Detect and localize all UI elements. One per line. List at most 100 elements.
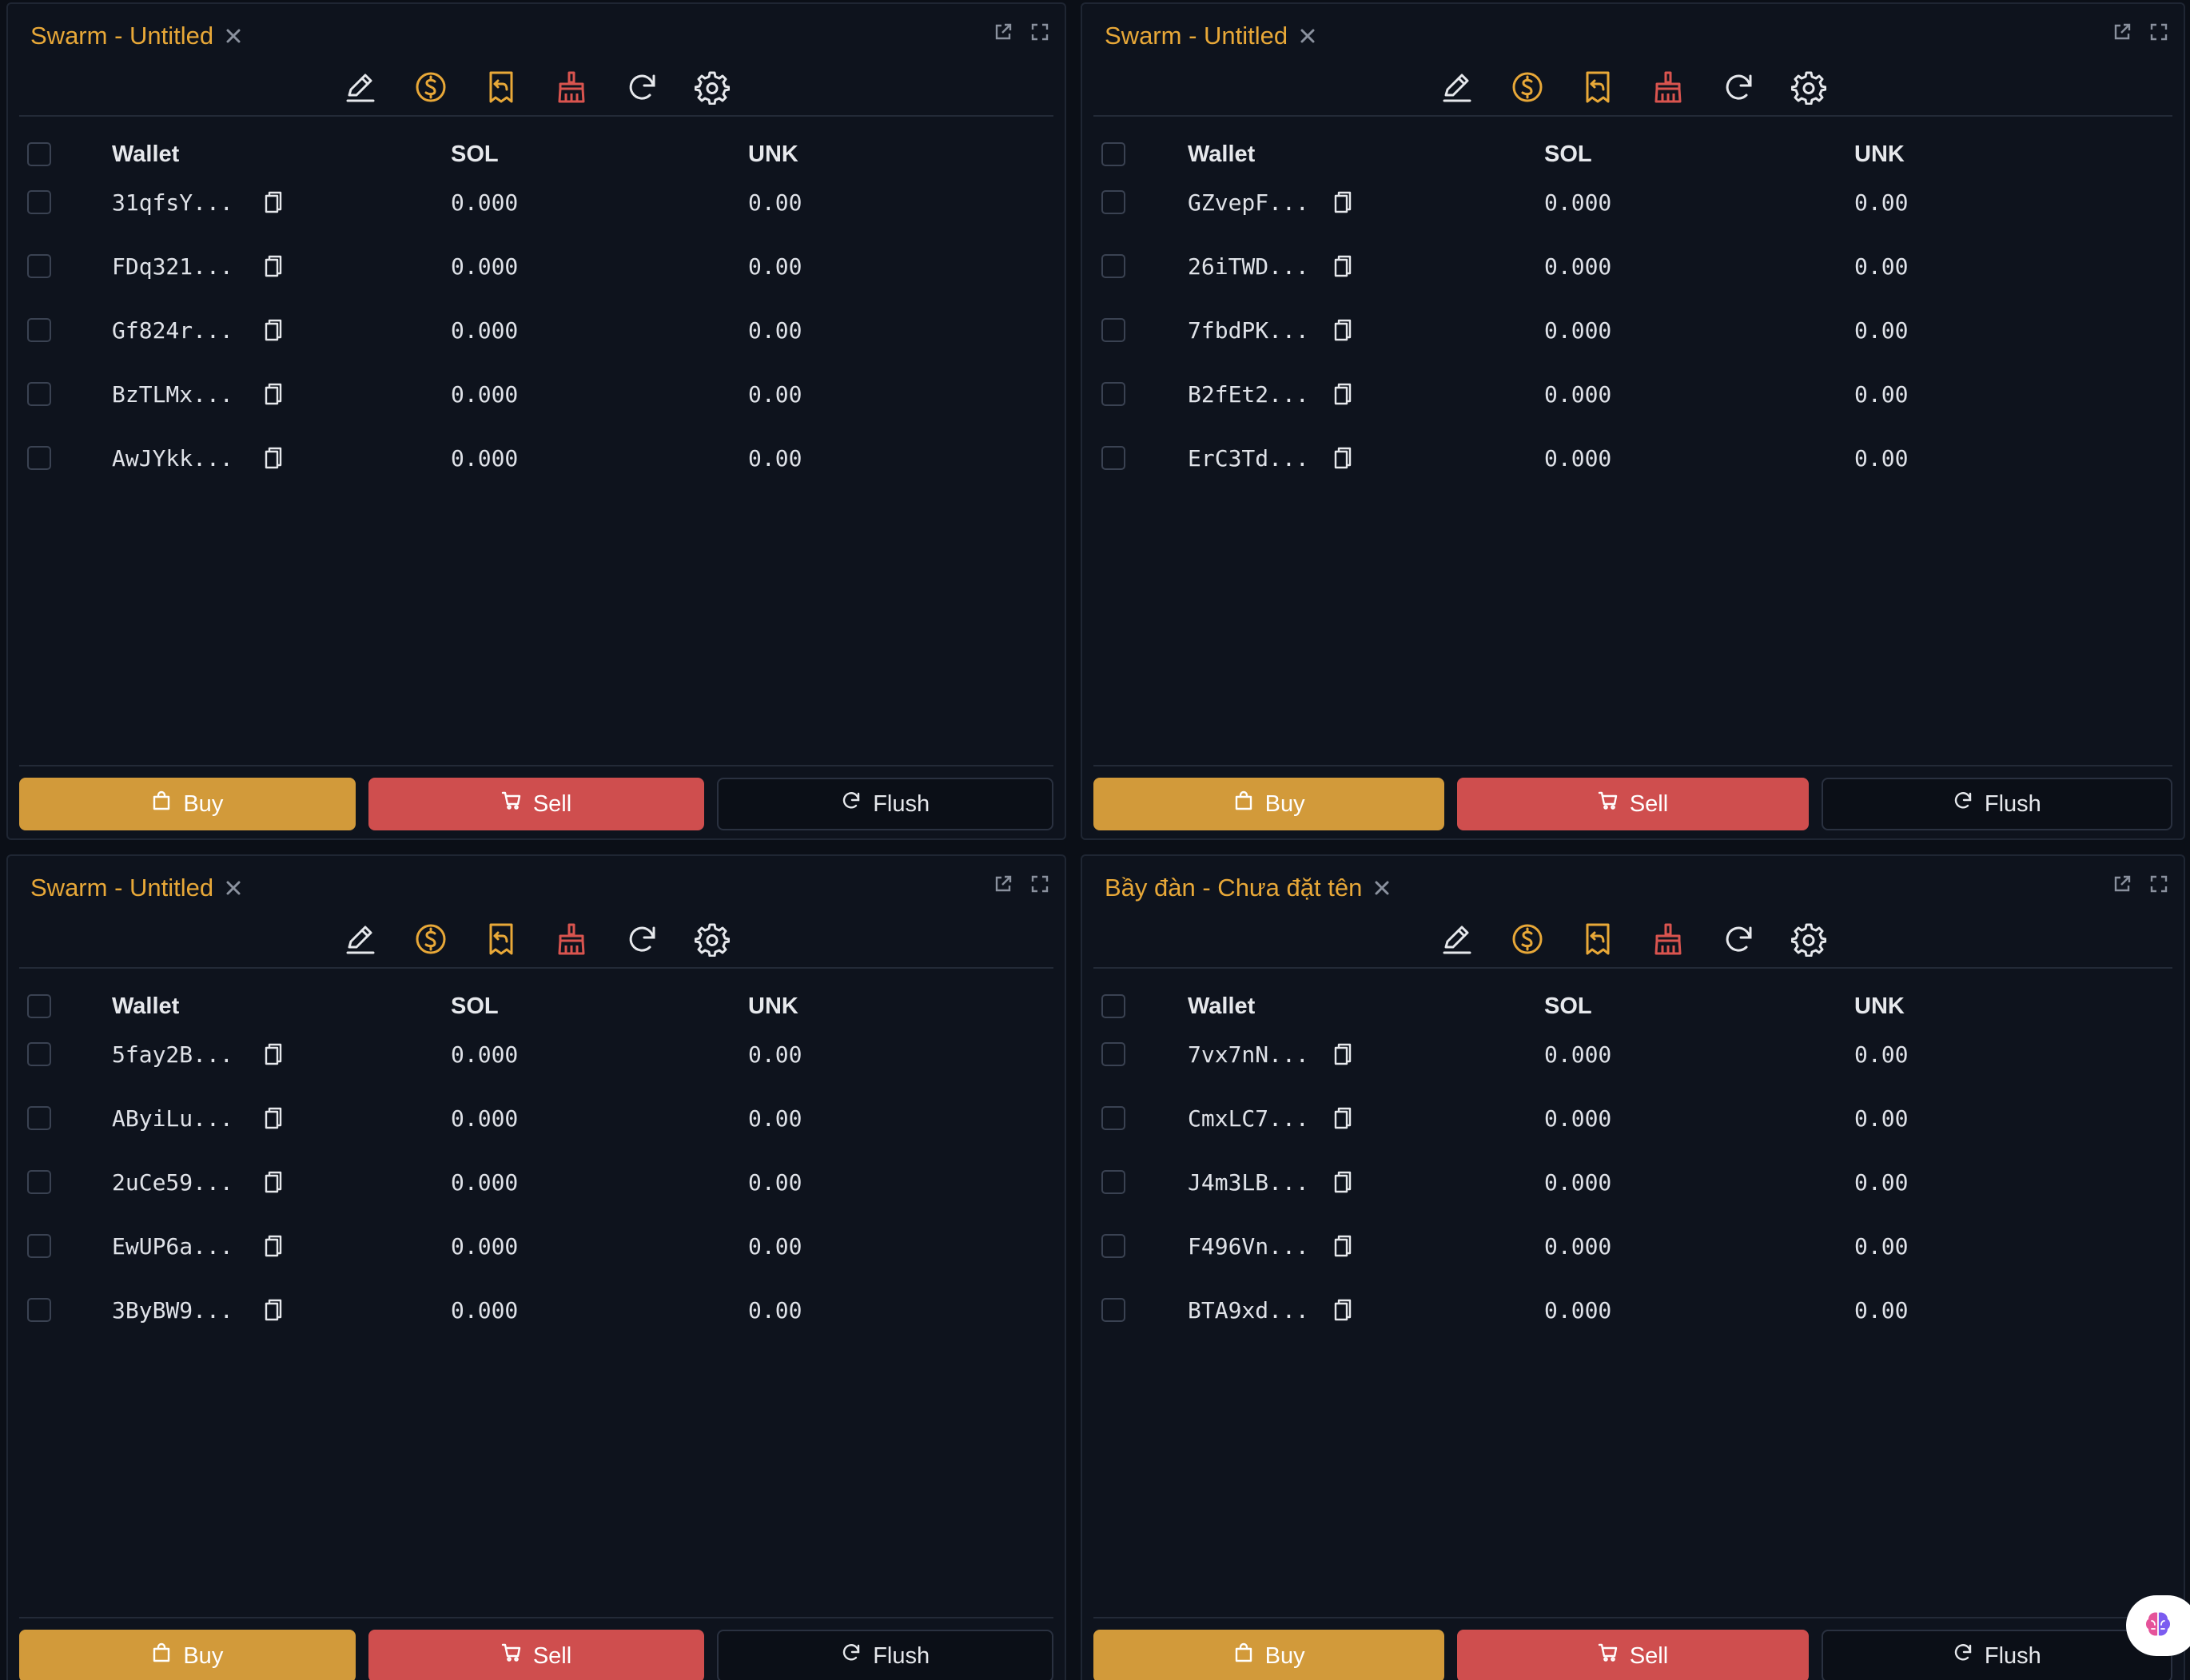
copy-icon[interactable] bbox=[1330, 253, 1356, 279]
refresh-icon[interactable] bbox=[1719, 68, 1758, 106]
copy-icon[interactable] bbox=[1330, 1041, 1356, 1067]
buy-button[interactable]: Buy bbox=[19, 778, 356, 830]
row-checkbox[interactable] bbox=[27, 318, 51, 342]
row-checkbox[interactable] bbox=[27, 382, 51, 406]
copy-icon[interactable] bbox=[1330, 317, 1356, 343]
row-checkbox[interactable] bbox=[1101, 190, 1125, 214]
fullscreen-icon[interactable] bbox=[1029, 22, 1050, 42]
popout-icon[interactable] bbox=[2112, 874, 2132, 894]
close-icon[interactable] bbox=[225, 27, 242, 45]
panel-title: Swarm - Untitled bbox=[30, 874, 214, 902]
edit-icon[interactable] bbox=[341, 68, 380, 106]
row-checkbox[interactable] bbox=[27, 190, 51, 214]
copy-icon[interactable] bbox=[1330, 1297, 1356, 1323]
refresh-icon[interactable] bbox=[623, 68, 661, 106]
fullscreen-icon[interactable] bbox=[1029, 874, 1050, 894]
row-checkbox[interactable] bbox=[27, 254, 51, 278]
broom-icon[interactable] bbox=[1649, 68, 1687, 106]
close-icon[interactable] bbox=[1299, 27, 1316, 45]
wallet-row: EwUP6a... 0.000 0.00 bbox=[8, 1230, 1065, 1262]
receipt-return-icon[interactable] bbox=[482, 920, 520, 958]
fullscreen-icon[interactable] bbox=[2148, 22, 2169, 42]
receipt-return-icon[interactable] bbox=[1579, 68, 1617, 106]
edit-icon[interactable] bbox=[1438, 68, 1476, 106]
copy-icon[interactable] bbox=[261, 381, 286, 407]
close-icon[interactable] bbox=[1373, 879, 1391, 897]
copy-icon[interactable] bbox=[261, 445, 286, 471]
sell-button[interactable]: Sell bbox=[368, 778, 705, 830]
flush-button[interactable]: Flush bbox=[1821, 778, 2172, 830]
edit-icon[interactable] bbox=[341, 920, 380, 958]
copy-icon[interactable] bbox=[261, 253, 286, 279]
copy-icon[interactable] bbox=[261, 1297, 286, 1323]
copy-icon[interactable] bbox=[261, 1041, 286, 1067]
popout-icon[interactable] bbox=[993, 874, 1013, 894]
copy-icon[interactable] bbox=[261, 189, 286, 215]
buy-button[interactable]: Buy bbox=[1093, 1630, 1445, 1680]
popout-icon[interactable] bbox=[2112, 22, 2132, 42]
copy-icon[interactable] bbox=[1330, 189, 1356, 215]
sol-balance: 0.000 bbox=[1544, 253, 1612, 280]
row-checkbox[interactable] bbox=[1101, 254, 1125, 278]
row-checkbox[interactable] bbox=[1101, 1170, 1125, 1194]
broom-icon[interactable] bbox=[552, 920, 591, 958]
row-checkbox[interactable] bbox=[1101, 1234, 1125, 1258]
gear-icon[interactable] bbox=[693, 920, 731, 958]
flush-button[interactable]: Flush bbox=[717, 1630, 1054, 1680]
close-icon[interactable] bbox=[225, 879, 242, 897]
broom-icon[interactable] bbox=[1649, 920, 1687, 958]
row-checkbox[interactable] bbox=[27, 446, 51, 470]
row-checkbox[interactable] bbox=[1101, 1298, 1125, 1322]
popout-icon[interactable] bbox=[993, 22, 1013, 42]
copy-icon[interactable] bbox=[261, 1105, 286, 1131]
gear-icon[interactable] bbox=[693, 68, 731, 106]
row-checkbox[interactable] bbox=[27, 1298, 51, 1322]
row-checkbox[interactable] bbox=[1101, 1106, 1125, 1130]
copy-icon[interactable] bbox=[261, 317, 286, 343]
sell-button[interactable]: Sell bbox=[368, 1630, 705, 1680]
copy-icon[interactable] bbox=[261, 1169, 286, 1195]
select-all-checkbox[interactable] bbox=[1101, 142, 1125, 166]
row-checkbox[interactable] bbox=[1101, 1042, 1125, 1066]
copy-icon[interactable] bbox=[261, 1233, 286, 1259]
copy-icon[interactable] bbox=[1330, 445, 1356, 471]
refresh-icon[interactable] bbox=[1719, 920, 1758, 958]
buy-button-label: Buy bbox=[1264, 790, 1305, 817]
row-checkbox[interactable] bbox=[1101, 318, 1125, 342]
copy-icon[interactable] bbox=[1330, 1233, 1356, 1259]
sell-button[interactable]: Sell bbox=[1457, 778, 1809, 830]
row-checkbox[interactable] bbox=[27, 1170, 51, 1194]
select-all-checkbox[interactable] bbox=[27, 994, 51, 1018]
flush-button[interactable]: Flush bbox=[1821, 1630, 2172, 1680]
row-checkbox[interactable] bbox=[1101, 382, 1125, 406]
sell-button[interactable]: Sell bbox=[1457, 1630, 1809, 1680]
receipt-return-icon[interactable] bbox=[482, 68, 520, 106]
row-checkbox[interactable] bbox=[27, 1106, 51, 1130]
gear-icon[interactable] bbox=[1790, 920, 1828, 958]
flush-button[interactable]: Flush bbox=[717, 778, 1054, 830]
copy-icon[interactable] bbox=[1330, 381, 1356, 407]
toolbar-divider bbox=[1093, 967, 2172, 969]
panel-toolbar bbox=[1082, 920, 2184, 958]
refresh-icon[interactable] bbox=[623, 920, 661, 958]
select-all-checkbox[interactable] bbox=[27, 142, 51, 166]
dollar-coin-icon[interactable] bbox=[412, 920, 450, 958]
dollar-coin-icon[interactable] bbox=[1508, 68, 1547, 106]
assistant-button[interactable] bbox=[2126, 1595, 2190, 1656]
edit-icon[interactable] bbox=[1438, 920, 1476, 958]
copy-icon[interactable] bbox=[1330, 1105, 1356, 1131]
select-all-checkbox[interactable] bbox=[1101, 994, 1125, 1018]
row-checkbox[interactable] bbox=[27, 1234, 51, 1258]
fullscreen-icon[interactable] bbox=[2148, 874, 2169, 894]
wallet-row: FDq321... 0.000 0.00 bbox=[8, 250, 1065, 282]
row-checkbox[interactable] bbox=[1101, 446, 1125, 470]
buy-button[interactable]: Buy bbox=[19, 1630, 356, 1680]
gear-icon[interactable] bbox=[1790, 68, 1828, 106]
dollar-coin-icon[interactable] bbox=[1508, 920, 1547, 958]
dollar-coin-icon[interactable] bbox=[412, 68, 450, 106]
receipt-return-icon[interactable] bbox=[1579, 920, 1617, 958]
copy-icon[interactable] bbox=[1330, 1169, 1356, 1195]
buy-button[interactable]: Buy bbox=[1093, 778, 1445, 830]
broom-icon[interactable] bbox=[552, 68, 591, 106]
row-checkbox[interactable] bbox=[27, 1042, 51, 1066]
